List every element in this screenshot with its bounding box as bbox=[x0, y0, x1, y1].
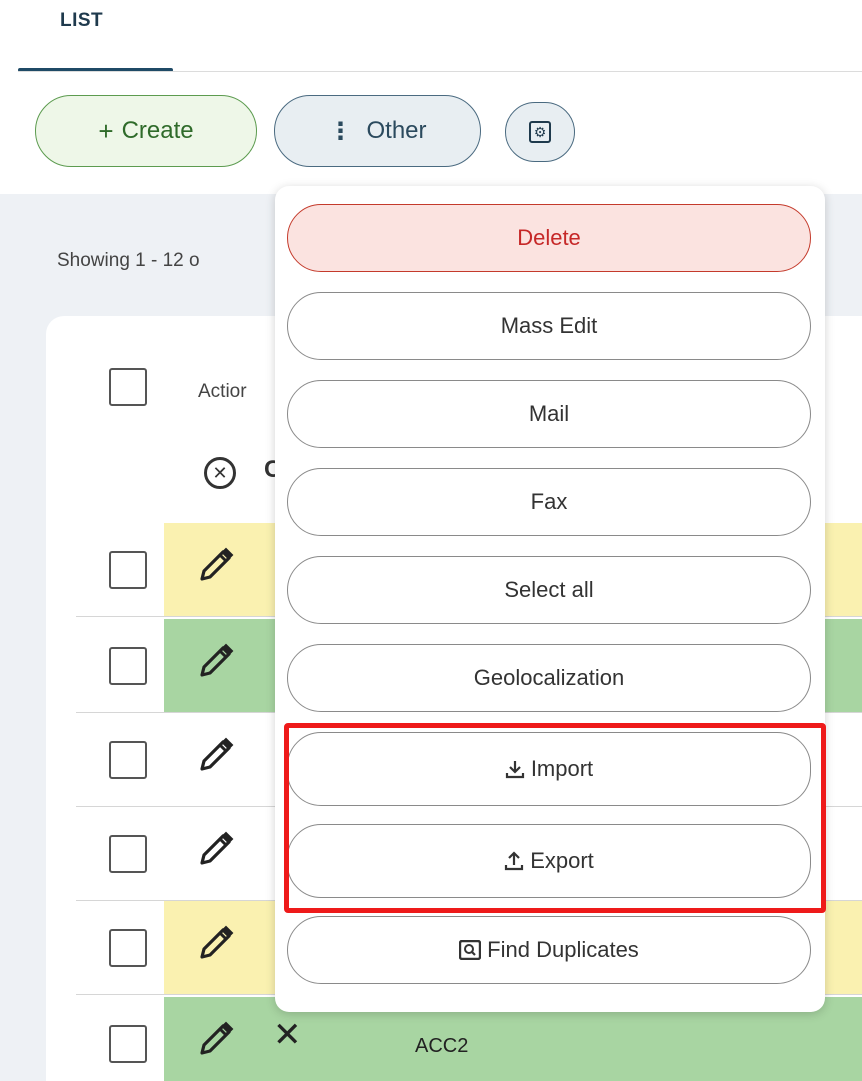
row-checkbox[interactable] bbox=[109, 551, 147, 589]
other-actions-menu: Delete Mass Edit Mail Fax Select all Geo… bbox=[275, 186, 825, 1012]
menu-item-select-all[interactable]: Select all bbox=[287, 556, 811, 624]
edit-pencil-icon[interactable] bbox=[196, 545, 236, 585]
row-checkbox[interactable] bbox=[109, 741, 147, 779]
other-button-label: Other bbox=[366, 117, 427, 144]
plus-icon: + bbox=[98, 115, 114, 146]
menu-item-mass-edit[interactable]: Mass Edit bbox=[287, 292, 811, 360]
column-header-actions: Actior bbox=[198, 381, 247, 402]
clear-filter-icon[interactable]: ✕ bbox=[204, 457, 236, 489]
menu-item-geolocalization[interactable]: Geolocalization bbox=[287, 644, 811, 712]
row-checkbox[interactable] bbox=[109, 929, 147, 967]
toolbar: + Create ⋮ Other ⚙ bbox=[0, 72, 862, 194]
edit-pencil-icon[interactable] bbox=[196, 641, 236, 681]
tab-list[interactable]: LIST bbox=[18, 0, 173, 72]
row-checkbox[interactable] bbox=[109, 647, 147, 685]
edit-pencil-icon[interactable] bbox=[196, 1019, 236, 1059]
row-checkbox[interactable] bbox=[109, 835, 147, 873]
row-delete-icon[interactable]: ✕ bbox=[273, 1015, 302, 1055]
upload-icon bbox=[504, 851, 524, 871]
edit-pencil-icon[interactable] bbox=[196, 735, 236, 775]
row-checkbox[interactable] bbox=[109, 1025, 147, 1063]
create-button[interactable]: + Create bbox=[35, 95, 257, 167]
settings-icon: ⚙ bbox=[529, 121, 551, 143]
menu-item-export[interactable]: Export bbox=[287, 824, 811, 898]
edit-pencil-icon[interactable] bbox=[196, 923, 236, 963]
select-all-checkbox[interactable] bbox=[109, 368, 147, 406]
menu-item-delete[interactable]: Delete bbox=[287, 204, 811, 272]
settings-button[interactable]: ⚙ bbox=[505, 102, 575, 162]
menu-item-fax[interactable]: Fax bbox=[287, 468, 811, 536]
more-vertical-icon: ⋮ bbox=[328, 117, 353, 145]
menu-item-find-duplicates[interactable]: Find Duplicates bbox=[287, 916, 811, 984]
other-button[interactable]: ⋮ Other bbox=[274, 95, 481, 167]
menu-item-import[interactable]: Import bbox=[287, 732, 811, 806]
edit-pencil-icon[interactable] bbox=[196, 829, 236, 869]
menu-item-mail[interactable]: Mail bbox=[287, 380, 811, 448]
tab-list-label: LIST bbox=[60, 10, 104, 31]
row-name: ACC2 bbox=[415, 1035, 469, 1057]
pagination-summary: Showing 1 - 12 o bbox=[57, 250, 200, 271]
search-icon bbox=[459, 940, 482, 960]
create-button-label: Create bbox=[121, 117, 194, 144]
download-icon bbox=[505, 759, 525, 779]
tab-bar: LIST bbox=[0, 0, 862, 72]
